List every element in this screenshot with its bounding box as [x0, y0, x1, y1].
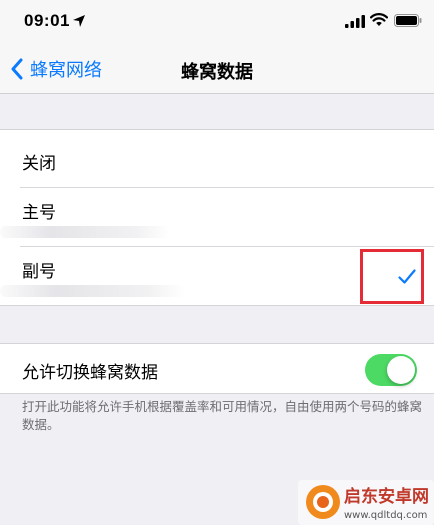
allow-switching-row: 允许切换蜂窝数据: [0, 344, 434, 393]
svg-text:启东安卓网: 启东安卓网: [344, 486, 429, 507]
status-time: 09:01: [24, 11, 70, 30]
page-title: 蜂窝数据: [181, 62, 253, 82]
wifi-icon: [370, 13, 388, 26]
watermark-logo: 启东安卓网 www.qdltdq.com: [298, 480, 434, 525]
option-label: 关闭: [22, 154, 56, 173]
cellular-signal-icon: [345, 15, 365, 28]
allow-switching-label: 允许切换蜂窝数据: [22, 363, 158, 382]
redacted-number: [0, 226, 170, 238]
location-arrow-icon: [73, 15, 85, 27]
navigation-bar: 蜂窝网络 蜂窝数据: [0, 44, 434, 94]
status-bar: 09:01: [0, 0, 434, 44]
watermark-text: 启东安卓网 www.qdltdq.com: [344, 486, 429, 521]
option-label: 主号: [22, 203, 56, 222]
toggle-knob: [387, 356, 415, 384]
allow-switching-group: 允许切换蜂窝数据: [0, 343, 434, 394]
allow-switching-toggle[interactable]: [365, 354, 417, 386]
allow-switching-footnote: 打开此功能将允许手机根据覆盖率和可用情况，自由使用两个号码的蜂窝数据。: [22, 400, 423, 432]
option-label: 副号: [22, 262, 56, 281]
highlight-annotation-box: [360, 249, 424, 304]
svg-text:www.qdltdq.com: www.qdltdq.com: [344, 510, 427, 521]
battery-icon: [394, 14, 422, 27]
option-row-primary[interactable]: 主号: [0, 188, 434, 247]
redacted-number: [0, 285, 185, 297]
option-row-off[interactable]: 关闭: [0, 130, 434, 188]
watermark-logo-icon: [306, 485, 340, 519]
